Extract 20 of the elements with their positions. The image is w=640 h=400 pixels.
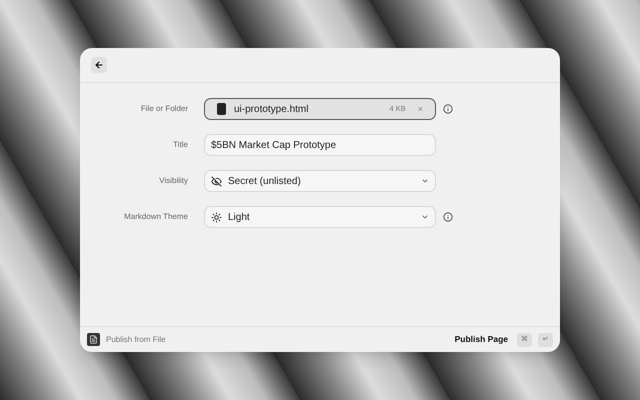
dropdown[interactable]: Secret (unlisted) xyxy=(204,170,436,192)
field-label: Markdown Theme xyxy=(123,211,189,223)
file-name: ui-prototype.html xyxy=(234,102,310,116)
field-label: File or Folder xyxy=(140,103,189,115)
field-label: Visibility xyxy=(158,175,189,187)
chevron-icon xyxy=(421,177,429,185)
sun-icon xyxy=(211,212,222,222)
info-icon[interactable] xyxy=(443,104,453,114)
dropdown[interactable]: Light xyxy=(204,206,436,228)
chevron-icon xyxy=(421,213,429,221)
source-label: Publish from File xyxy=(106,334,167,346)
title-field[interactable]: $5BN Market Cap Prototype xyxy=(204,134,436,156)
publish-button[interactable]: Publish Page xyxy=(454,333,508,346)
back-icon xyxy=(94,60,104,70)
info-icon[interactable] xyxy=(443,212,453,222)
eye-off-icon xyxy=(211,176,222,186)
file-icon xyxy=(217,103,226,115)
app-icon xyxy=(87,333,100,346)
back-button[interactable] xyxy=(91,57,107,73)
field-label: Title xyxy=(172,139,189,151)
